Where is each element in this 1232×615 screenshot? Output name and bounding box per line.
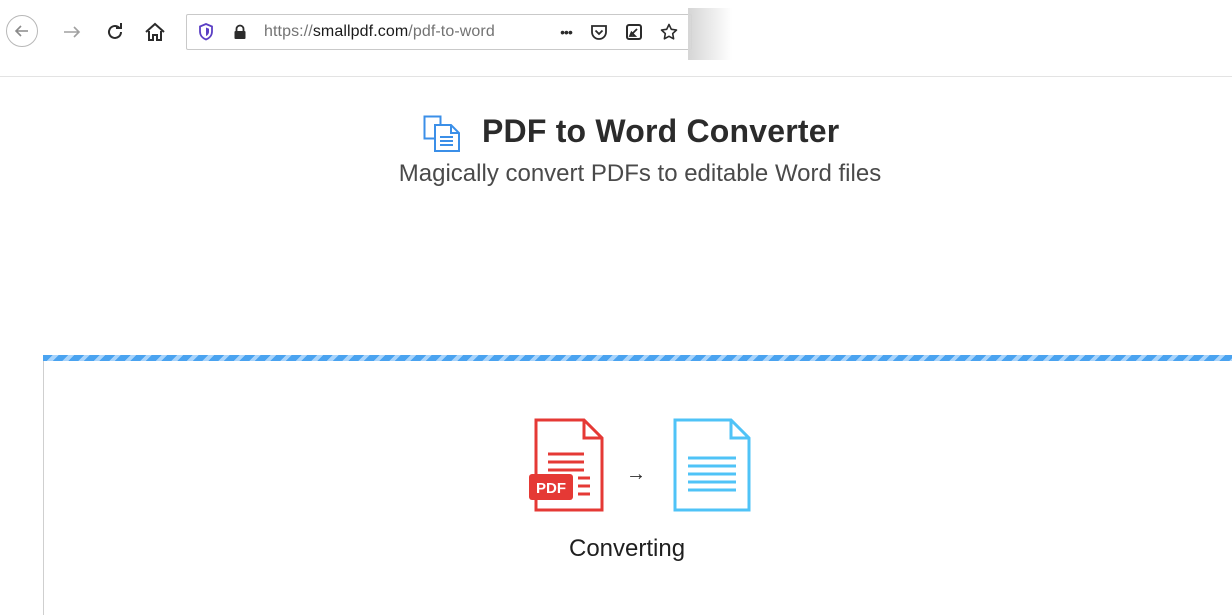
forward-button[interactable]: [58, 19, 86, 45]
pdf-file-icon: PDF: [529, 418, 604, 512]
url-path: /pdf-to-word: [408, 23, 495, 40]
tracking-protection-button[interactable]: [195, 21, 217, 43]
url-scheme: https://: [264, 23, 313, 40]
url-bar[interactable]: https://smallpdf.com/pdf-to-word •••: [186, 14, 692, 50]
star-icon: [660, 23, 678, 40]
arrow-right-icon: →: [626, 463, 646, 485]
reload-button[interactable]: [101, 18, 129, 46]
page-title: PDF to Word Converter: [482, 113, 840, 149]
url-host: smallpdf.com: [312, 23, 409, 40]
pdf-badge-label: PDF: [536, 480, 566, 497]
conversion-status: Converting: [569, 535, 686, 562]
shield-icon: [199, 23, 213, 41]
arrow-right-icon: [64, 26, 81, 38]
reload-icon: [108, 23, 122, 39]
pocket-button[interactable]: [588, 21, 610, 43]
edit-page-icon: [626, 24, 642, 40]
pocket-icon: [591, 24, 607, 40]
back-button[interactable]: [6, 15, 38, 47]
toolbar-divider: [0, 76, 1232, 77]
browser-toolbar: https://smallpdf.com/pdf-to-word •••: [0, 0, 1232, 64]
convert-document-icon: [423, 115, 460, 152]
page-subtitle: Magically convert PDFs to editable Word …: [398, 160, 882, 187]
bookmark-button[interactable]: [658, 21, 680, 43]
site-security-button[interactable]: [229, 21, 251, 43]
extension-button[interactable]: [623, 21, 645, 43]
home-button[interactable]: [141, 18, 169, 46]
home-icon: [145, 22, 165, 41]
url-text[interactable]: https://smallpdf.com/pdf-to-word: [264, 23, 495, 41]
arrow-left-icon: [14, 25, 28, 37]
more-dots-icon: •••: [560, 24, 573, 40]
word-document-icon: [673, 418, 751, 512]
toolbar-fade: [688, 8, 732, 60]
page-actions-button[interactable]: •••: [553, 21, 579, 43]
lock-icon: [234, 24, 246, 39]
progress-stripe: [43, 355, 1232, 361]
